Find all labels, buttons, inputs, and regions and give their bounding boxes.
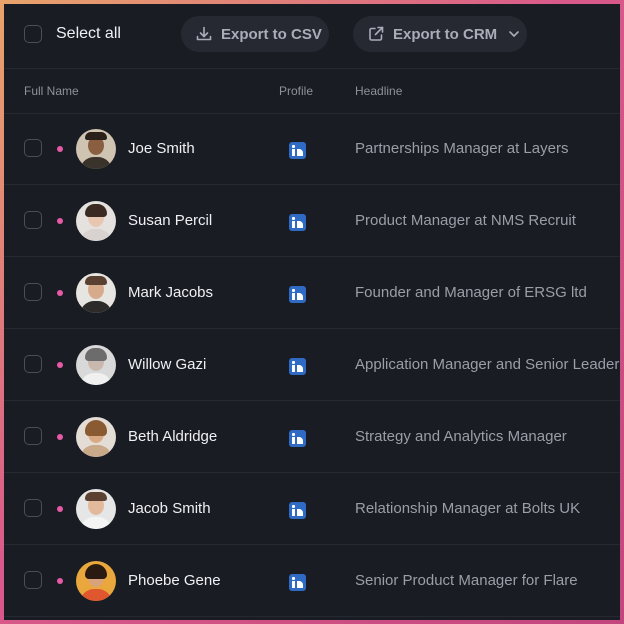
row-checkbox[interactable] — [24, 211, 42, 229]
download-icon — [196, 26, 212, 41]
status-dot — [57, 434, 63, 440]
column-header-headline[interactable]: Headline — [355, 84, 402, 98]
status-dot — [57, 218, 63, 224]
avatar — [76, 489, 116, 529]
status-dot — [57, 362, 63, 368]
row-checkbox[interactable] — [24, 499, 42, 517]
select-all-checkbox[interactable] — [24, 25, 42, 43]
chevron-down-icon[interactable] — [507, 27, 521, 41]
export-csv-label: Export to CSV — [221, 25, 322, 43]
toolbar: Select all Export to CSV Export to CRM — [4, 4, 620, 69]
export-csv-button[interactable]: Export to CSV — [181, 16, 329, 52]
contact-headline: Partnerships Manager at Layers — [355, 140, 569, 157]
status-dot — [57, 506, 63, 512]
contact-headline: Product Manager at NMS Recruit — [355, 212, 576, 229]
contact-headline: Strategy and Analytics Manager — [355, 428, 567, 445]
status-dot — [57, 290, 63, 296]
linkedin-icon[interactable] — [289, 574, 306, 591]
avatar — [76, 561, 116, 601]
table-row[interactable]: Joe Smith Partnerships Manager at Layers — [4, 113, 620, 185]
linkedin-icon[interactable] — [289, 430, 306, 447]
contact-name[interactable]: Jacob Smith — [128, 500, 211, 518]
table-row[interactable]: Jacob Smith Relationship Manager at Bolt… — [4, 473, 620, 545]
avatar — [76, 273, 116, 313]
export-crm-button[interactable]: Export to CRM — [353, 16, 527, 52]
contact-name[interactable]: Mark Jacobs — [128, 284, 213, 302]
linkedin-icon[interactable] — [289, 142, 306, 159]
linkedin-icon[interactable] — [289, 286, 306, 303]
row-checkbox[interactable] — [24, 571, 42, 589]
status-dot — [57, 578, 63, 584]
table-row[interactable]: Susan Percil Product Manager at NMS Recr… — [4, 185, 620, 257]
linkedin-icon[interactable] — [289, 214, 306, 231]
contact-name[interactable]: Willow Gazi — [128, 356, 206, 374]
contact-headline: Application Manager and Senior Leader — [355, 356, 620, 373]
contact-name[interactable]: Phoebe Gene — [128, 572, 221, 590]
table-row[interactable]: Beth Aldridge Strategy and Analytics Man… — [4, 401, 620, 473]
contact-headline: Founder and Manager of ERSG ltd — [355, 284, 587, 301]
contact-headline: Relationship Manager at Bolts UK — [355, 500, 581, 517]
row-checkbox[interactable] — [24, 283, 42, 301]
column-header-profile[interactable]: Profile — [279, 84, 313, 98]
table-header: Full Name Profile Headline — [4, 69, 620, 114]
avatar — [76, 201, 116, 241]
avatar — [76, 417, 116, 457]
contacts-panel: Select all Export to CSV Export to CRM F… — [4, 4, 620, 620]
contact-name[interactable]: Beth Aldridge — [128, 428, 217, 446]
linkedin-icon[interactable] — [289, 502, 306, 519]
contact-headline: Senior Product Manager for Flare — [355, 572, 578, 589]
table-row[interactable]: Mark Jacobs Founder and Manager of ERSG … — [4, 257, 620, 329]
avatar — [76, 129, 116, 169]
linkedin-icon[interactable] — [289, 358, 306, 375]
status-dot — [57, 146, 63, 152]
table-row[interactable]: Phoebe Gene Senior Product Manager for F… — [4, 545, 620, 617]
external-link-icon — [369, 26, 384, 41]
row-checkbox[interactable] — [24, 427, 42, 445]
table-row[interactable]: Willow Gazi Application Manager and Seni… — [4, 329, 620, 401]
select-all-label[interactable]: Select all — [56, 24, 121, 44]
contact-name[interactable]: Joe Smith — [128, 140, 195, 158]
row-checkbox[interactable] — [24, 355, 42, 373]
contact-name[interactable]: Susan Percil — [128, 212, 212, 230]
row-checkbox[interactable] — [24, 139, 42, 157]
avatar — [76, 345, 116, 385]
export-crm-label: Export to CRM — [393, 25, 498, 43]
column-header-full-name[interactable]: Full Name — [24, 84, 79, 98]
